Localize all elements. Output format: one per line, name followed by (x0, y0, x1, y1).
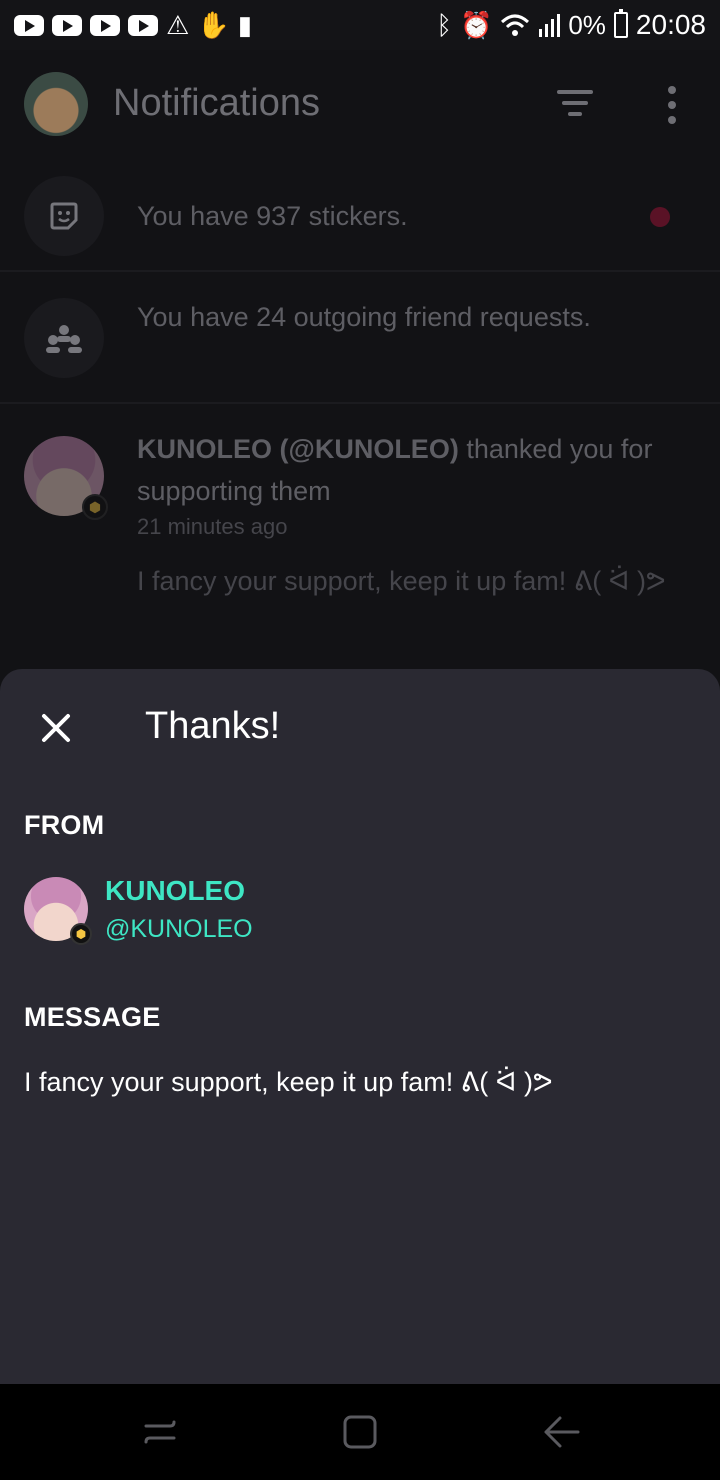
more-options-icon[interactable] (660, 86, 684, 126)
filter-icon[interactable] (555, 90, 595, 120)
alarm-icon: ⏰ (459, 10, 493, 40)
notification-thanks[interactable]: ⬢ KUNOLEO (@KUNOLEO) thanked you for sup… (0, 406, 720, 666)
supporter-badge-icon: ⬢ (82, 494, 108, 520)
back-icon[interactable] (542, 1412, 582, 1452)
kunoleo-avatar: ⬢ (24, 436, 108, 520)
sender-name: KUNOLEO (@KUNOLEO) (137, 434, 459, 464)
sticker-icon (24, 176, 104, 256)
youtube-icon (14, 14, 44, 36)
navigation-bar (0, 1384, 720, 1480)
notification-message: I fancy your support, keep it up fam! ᕕ(… (137, 566, 666, 596)
thanks-bottom-sheet: Thanks! FROM ⬢ KUNOLEO @KUNOLEO MESSAGE … (0, 669, 720, 1384)
timestamp: 21 minutes ago (137, 514, 288, 539)
youtube-icon (128, 14, 158, 36)
sheet-title: Thanks! (145, 705, 281, 747)
user-avatar[interactable] (24, 72, 88, 136)
warning-icon: ⚠ (166, 10, 190, 40)
wifi-icon (501, 14, 530, 36)
hand-icon: ✋ (197, 10, 230, 40)
notification-friend-requests[interactable]: You have 24 outgoing friend requests. (0, 274, 720, 404)
supporter-badge-icon: ⬢ (70, 923, 92, 945)
status-bar: ⚠ ✋ ▮ ᛒ ⏰ 0% 20:08 (0, 0, 720, 50)
status-system-icons: ᛒ ⏰ 0% 20:08 (436, 9, 706, 41)
app-bar: Notifications (0, 50, 720, 160)
signal-icon (539, 14, 561, 37)
friends-icon (24, 298, 104, 378)
notification-text: You have 937 stickers. (137, 201, 408, 231)
battery-icon (613, 9, 628, 38)
sd-card-icon: ▮ (237, 10, 252, 40)
battery-percent: 0% (568, 9, 606, 40)
message-label: MESSAGE (24, 1002, 161, 1032)
home-icon[interactable] (340, 1412, 380, 1452)
recent-apps-icon[interactable] (140, 1412, 180, 1452)
close-icon (42, 714, 70, 742)
sender-display-name[interactable]: KUNOLEO (105, 875, 245, 907)
youtube-icon (52, 14, 82, 36)
notification-stickers[interactable]: You have 937 stickers. (0, 166, 720, 272)
unread-dot (650, 207, 670, 227)
close-button[interactable] (30, 702, 82, 754)
notification-text: You have 24 outgoing friend requests. (137, 302, 591, 332)
sender-handle[interactable]: @KUNOLEO (105, 915, 253, 944)
bluetooth-icon: ᛒ (436, 10, 452, 40)
notification-text: KUNOLEO (@KUNOLEO) thanked you for suppo… (137, 428, 657, 512)
status-notification-icons: ⚠ ✋ ▮ (14, 12, 252, 38)
clock: 20:08 (635, 9, 706, 40)
sender-avatar[interactable]: ⬢ (24, 877, 92, 945)
page-title: Notifications (113, 82, 320, 124)
from-label: FROM (24, 810, 105, 840)
youtube-icon (90, 14, 120, 36)
message-text: I fancy your support, keep it up fam! ᕕ(… (24, 1067, 553, 1097)
